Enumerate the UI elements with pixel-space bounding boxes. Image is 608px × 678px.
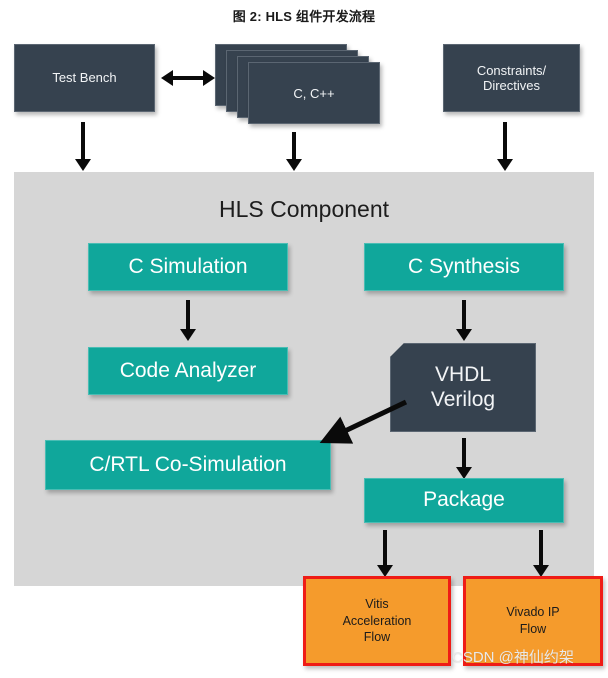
node-code-analyzer: Code Analyzer <box>88 347 288 395</box>
node-test-bench-label: Test Bench <box>52 70 117 86</box>
node-vivado-ip-flow: Vivado IP Flow <box>463 576 603 666</box>
node-c-rtl-co-simulation: C/RTL Co-Simulation <box>45 440 331 490</box>
figure-title: 图 2: HLS 组件开发流程 <box>232 9 376 24</box>
node-vivado-line1: Vivado IP <box>506 605 560 620</box>
node-c-synthesis-label: C Synthesis <box>407 254 521 278</box>
node-vhdl-line2: Verilog <box>430 387 496 411</box>
node-constraints-line2: Directives <box>482 78 541 93</box>
arrow-csynthesis-to-vhdl <box>462 300 466 330</box>
node-vhdl-line1: VHDL <box>434 362 492 386</box>
node-package: Package <box>364 478 564 523</box>
node-c-rtl-co-simulation-label: C/RTL Co-Simulation <box>89 452 287 476</box>
arrow-package-to-vivado-flow <box>539 530 543 566</box>
node-vitis-line1: Vitis <box>365 596 389 611</box>
node-c-cpp-stack: C, C++ <box>215 44 380 124</box>
node-vivado-line2: Flow <box>519 622 547 636</box>
arrow-vhdl-to-package <box>462 438 466 468</box>
node-vitis-line3: Flow <box>363 630 391 645</box>
node-vitis-line2: Acceleration <box>342 613 412 628</box>
node-vhdl-verilog: VHDL Verilog <box>390 343 536 432</box>
node-vitis-acceleration-flow: Vitis Acceleration Flow <box>303 576 451 666</box>
arrow-source-to-panel <box>292 132 296 160</box>
hls-component-title: HLS Component <box>218 196 390 222</box>
node-code-analyzer-label: Code Analyzer <box>119 358 257 382</box>
arrow-testbench-to-panel <box>81 122 85 160</box>
arrow-package-to-vitis-flow <box>383 530 387 566</box>
arrow-vhdl-to-co-simulation <box>319 399 408 444</box>
node-c-simulation: C Simulation <box>88 243 288 291</box>
node-c-cpp-label: C, C++ <box>293 85 335 101</box>
c-cpp-sheet-front: C, C++ <box>248 62 380 124</box>
node-test-bench: Test Bench <box>14 44 155 112</box>
node-constraints-line1: Constraints/ <box>476 62 547 78</box>
node-constraints-directives: Constraints/ Directives <box>443 44 580 112</box>
node-package-label: Package <box>423 488 505 512</box>
arrow-csimulation-to-codeanalyzer <box>186 300 190 330</box>
arrow-constraints-to-panel <box>503 122 507 160</box>
arrow-bidirectional-testbench-to-source <box>172 76 204 80</box>
node-c-simulation-label: C Simulation <box>128 254 248 278</box>
node-c-synthesis: C Synthesis <box>364 243 564 291</box>
